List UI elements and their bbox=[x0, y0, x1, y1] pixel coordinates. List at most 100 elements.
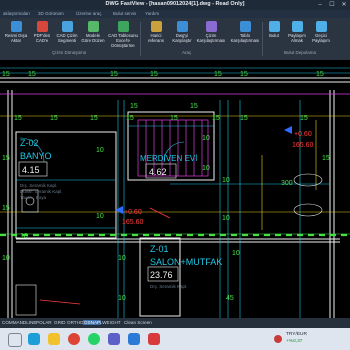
tab-3[interactable]: Üzerine araç bbox=[76, 11, 102, 16]
minimize-button[interactable]: – bbox=[314, 0, 326, 10]
status-ortho[interactable]: ORTHO bbox=[67, 320, 84, 325]
dimension-label: 15 bbox=[322, 155, 330, 162]
room-note-salon-1: Dış. Seramik Kapl. bbox=[150, 284, 187, 289]
folder-icon[interactable] bbox=[48, 333, 60, 345]
tab-1[interactable]: aklaştırmaları bbox=[3, 11, 30, 16]
room-area-salon: 23.76 bbox=[150, 270, 173, 280]
drawing-compare-label: Çizim Karşılaştırması bbox=[196, 33, 226, 43]
dimension-label: 15 bbox=[90, 115, 98, 122]
cloud-button[interactable]: Bulut bbox=[264, 21, 284, 39]
xref-icon bbox=[150, 21, 162, 32]
group-label-cloud: Bulut Depolama bbox=[284, 50, 317, 55]
dimension-label: 15 bbox=[214, 71, 222, 78]
dimension-label: 10 bbox=[96, 147, 104, 154]
tab-4[interactable]: Bulut servis bbox=[113, 11, 136, 16]
model-layout-button[interactable]: Modele Göre Düzen bbox=[81, 21, 105, 44]
status-clean-screen[interactable]: Clean Screen bbox=[124, 320, 152, 325]
ribbon-separator bbox=[140, 22, 141, 56]
status-osnap[interactable]: OSNAP bbox=[83, 320, 102, 325]
export-image-label: Resmi Dışa Aktar bbox=[4, 33, 28, 43]
dimension-label: 10 bbox=[222, 215, 230, 222]
layout-icon bbox=[87, 21, 99, 32]
room-name-merdiven: MERDİVEN EVİ bbox=[140, 154, 197, 163]
drawing-canvas[interactable]: Z-02 BANYO 4.15 Dış. Seramik Kapl. Duvar… bbox=[0, 60, 350, 318]
dimension-label: 15 bbox=[316, 71, 324, 78]
cloud-label: Bulut bbox=[269, 33, 279, 38]
level-mark-bottom-1: 165.60 bbox=[292, 142, 314, 149]
pdf-to-cad-button[interactable]: PDF'den CAD'e bbox=[30, 21, 54, 44]
pdf-icon bbox=[36, 21, 48, 32]
dimension-label: 10 bbox=[20, 233, 28, 240]
xref-button[interactable]: Harici referans bbox=[144, 21, 168, 44]
get-share-label: Paylaşım Almak bbox=[288, 33, 306, 43]
dimension-label: 45 bbox=[226, 295, 234, 302]
dimension-label: 10 bbox=[118, 255, 126, 262]
excel-icon bbox=[117, 21, 129, 32]
model-layout-label: Modele Göre Düzen bbox=[81, 33, 105, 43]
dimension-label: 15 bbox=[2, 205, 10, 212]
ribbon-separator bbox=[262, 22, 263, 56]
chrome-icon[interactable] bbox=[68, 333, 80, 345]
dimension-label: 15 bbox=[240, 71, 248, 78]
room-name-salon: SALON+MUTFAK bbox=[150, 257, 222, 267]
room-note-banyo-3: Tavan : Boya bbox=[20, 195, 47, 200]
dimension-label: 15 bbox=[50, 115, 58, 122]
currency-flag-icon bbox=[274, 335, 282, 343]
dimension-label: 10 bbox=[202, 165, 210, 172]
status-commandline[interactable]: COMMANDLINE bbox=[2, 320, 36, 325]
edge-icon[interactable] bbox=[28, 333, 40, 345]
dimension-label: 15 bbox=[300, 115, 308, 122]
photos-icon[interactable] bbox=[128, 333, 140, 345]
dimension-label: 15 bbox=[130, 103, 138, 110]
status-bar: COMMANDLINE POLAR GRID ORTHO OSNAP LWEIG… bbox=[0, 318, 350, 328]
ribbon-tabs: aklaştırmaları 3D Görünüm Üzerine araç B… bbox=[0, 10, 350, 18]
compare-dwg-icon bbox=[176, 21, 188, 32]
dimension-label: 15 bbox=[126, 115, 134, 122]
status-polar[interactable]: POLAR bbox=[36, 320, 52, 325]
currency-pair[interactable]: TRY/EUR bbox=[286, 332, 307, 337]
maximize-button[interactable]: ☐ bbox=[326, 0, 338, 10]
dimension-label: 10 bbox=[232, 250, 240, 257]
dimension-label: 15 bbox=[170, 115, 178, 122]
teams-icon[interactable] bbox=[108, 333, 120, 345]
cad-drawing[interactable]: Z-02 BANYO 4.15 Dış. Seramik Kapl. Duvar… bbox=[0, 60, 350, 318]
room-code-banyo: Z-02 bbox=[20, 138, 39, 148]
cad-app-icon[interactable] bbox=[148, 333, 160, 345]
room-name-banyo: BANYO bbox=[20, 151, 52, 161]
status-grid[interactable]: GRID bbox=[54, 320, 65, 325]
xref-label: Harici referans bbox=[148, 33, 164, 43]
room-code-salon: Z-01 bbox=[150, 244, 169, 254]
table-to-excel-label: CAD Tablosunu Excel'e Dönüştürme bbox=[108, 33, 138, 48]
segment-icon bbox=[61, 21, 73, 32]
cad-segment-button[interactable]: CAD Çizim Segmenti bbox=[55, 21, 79, 44]
temp-share-icon bbox=[315, 21, 327, 32]
compare-dwg-label: Dwg'yi Karşılaştır bbox=[172, 33, 192, 43]
search-icon[interactable] bbox=[8, 333, 22, 347]
room-note-banyo-1: Dış. Seramik Kapl. bbox=[20, 183, 57, 188]
drawing-compare-button[interactable]: Çizim Karşılaştırması bbox=[196, 21, 226, 44]
temp-share-button[interactable]: Geçici Paylaşım bbox=[309, 21, 333, 44]
tab-2[interactable]: 3D Görünüm bbox=[38, 11, 64, 16]
table-compare-label: Tablo Karşılaştırması bbox=[230, 33, 260, 43]
whatsapp-icon[interactable] bbox=[88, 333, 100, 345]
room-note-banyo-2: Duvar: Seramik Kapl. bbox=[20, 189, 63, 194]
dimension-label: 10 bbox=[222, 177, 230, 184]
compare-dwg-button[interactable]: Dwg'yi Karşılaştır bbox=[170, 21, 194, 44]
room-area-merdiven: 4.62 bbox=[149, 167, 167, 177]
dimension-label: 15 bbox=[190, 103, 198, 110]
close-button[interactable]: ✕ bbox=[338, 0, 350, 10]
dimension-label: 15 bbox=[212, 115, 220, 122]
dimension-label: 300 bbox=[281, 180, 293, 187]
dimension-label: 10 bbox=[96, 213, 104, 220]
dimension-label: 10 bbox=[2, 255, 10, 262]
table-compare-button[interactable]: Tablo Karşılaştırması bbox=[230, 21, 260, 44]
os-taskbar: TRY/EUR +%0,37 bbox=[0, 328, 350, 350]
dimension-label: 15 bbox=[240, 115, 248, 122]
status-lweight[interactable]: LWEIGHT bbox=[100, 320, 121, 325]
tab-5[interactable]: Yardım bbox=[145, 11, 159, 16]
export-image-button[interactable]: Resmi Dışa Aktar bbox=[4, 21, 28, 44]
table-to-excel-button[interactable]: CAD Tablosunu Excel'e Dönüştürme bbox=[108, 21, 138, 48]
cad-segment-label: CAD Çizim Segmenti bbox=[56, 33, 78, 43]
group-label-tools: Araç bbox=[182, 50, 192, 55]
get-share-button[interactable]: Paylaşım Almak bbox=[285, 21, 309, 44]
